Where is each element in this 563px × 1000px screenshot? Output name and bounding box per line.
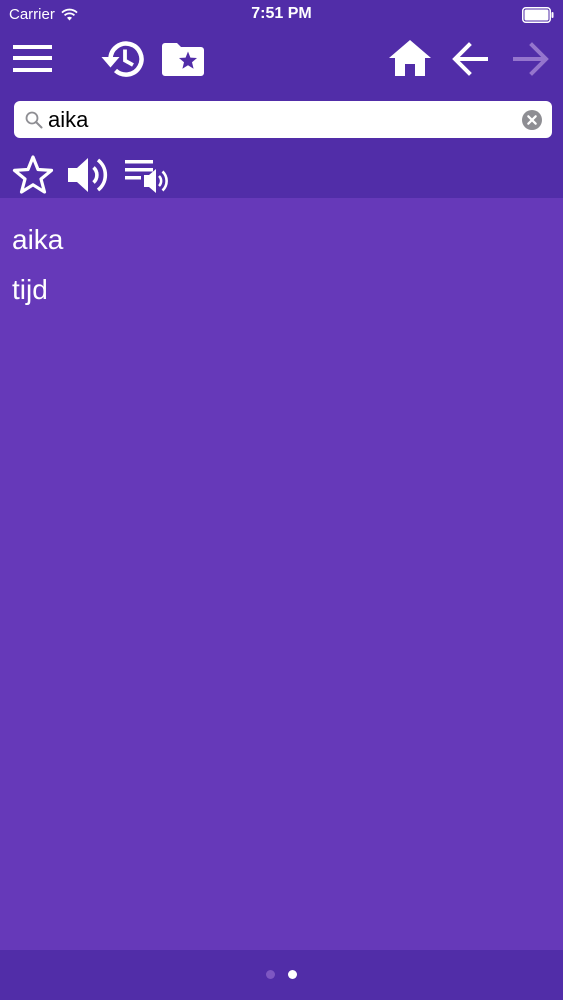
menu-icon[interactable]	[13, 44, 53, 74]
playlist-audio-icon[interactable]	[125, 158, 171, 194]
favorites-folder-icon[interactable]	[162, 42, 204, 76]
search-bar[interactable]	[14, 101, 552, 138]
search-input[interactable]	[48, 101, 518, 138]
speaker-icon[interactable]	[67, 155, 111, 195]
entry-headword: aika	[12, 224, 64, 255]
forward-arrow-icon[interactable]	[513, 42, 549, 76]
clear-search-icon[interactable]	[522, 110, 542, 130]
battery-icon	[522, 7, 554, 23]
entry-content	[0, 198, 563, 950]
star-icon[interactable]	[12, 155, 54, 195]
page-dot-1[interactable]	[266, 970, 275, 979]
status-bar: Carrier 7:51 PM	[0, 0, 563, 30]
home-icon[interactable]	[389, 40, 431, 76]
status-time: 7:51 PM	[251, 5, 312, 22]
page-control-bar	[0, 950, 563, 1000]
page-dot-2-active[interactable]	[288, 970, 297, 979]
back-arrow-icon[interactable]	[452, 42, 488, 76]
history-icon[interactable]	[100, 38, 146, 80]
entry-translation: tijd	[12, 274, 48, 305]
search-icon	[25, 111, 43, 129]
